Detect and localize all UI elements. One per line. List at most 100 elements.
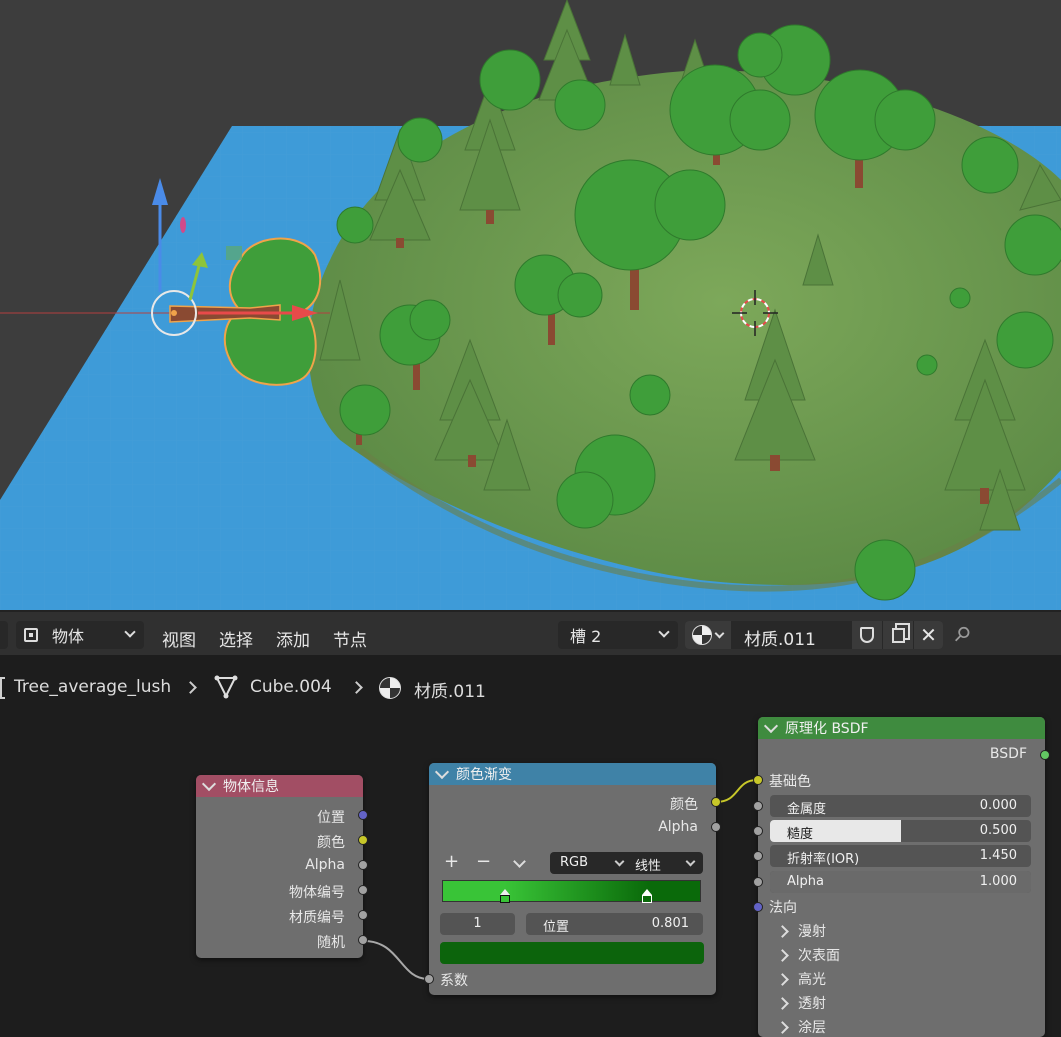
- output-alpha-label: Alpha: [658, 819, 698, 835]
- menu-add[interactable]: 添加: [276, 626, 310, 651]
- stop-index-field[interactable]: 1: [440, 913, 515, 935]
- socket-metallic[interactable]: [753, 801, 763, 811]
- breadcrumb-mesh[interactable]: Cube.004: [250, 677, 332, 697]
- fake-user-button[interactable]: [852, 621, 882, 649]
- alpha-field[interactable]: Alpha 1.000: [770, 871, 1031, 893]
- roughness-field[interactable]: 糙度 0.500: [770, 820, 1031, 842]
- color-ramp-header[interactable]: 颜色渐变: [429, 763, 716, 785]
- shield-icon: [860, 627, 874, 643]
- socket-object-index[interactable]: [358, 885, 368, 895]
- slot-label: 槽 2: [570, 627, 602, 646]
- socket-normal[interactable]: [753, 902, 763, 912]
- metallic-field[interactable]: 金属度 0.000: [770, 795, 1031, 817]
- chevron-right-icon: [350, 681, 363, 694]
- ramp-menu-chevron-icon[interactable]: [513, 855, 526, 868]
- object-info-header[interactable]: 物体信息: [196, 775, 363, 797]
- output-color-label: 颜色: [670, 797, 698, 813]
- output-bsdf-label: BSDF: [989, 746, 1027, 762]
- node-title: 物体信息: [223, 779, 279, 795]
- menu-select[interactable]: 选择: [219, 626, 253, 651]
- object-mode-icon: [24, 628, 38, 642]
- chevron-down-icon: [714, 628, 725, 638]
- color-mode-dropdown[interactable]: RGB 线性: [550, 852, 703, 874]
- position-value: 0.801: [651, 916, 689, 931]
- panel-diffuse[interactable]: 漫射: [776, 921, 826, 941]
- chevron-right-icon: [776, 973, 789, 986]
- socket-bsdf[interactable]: [1040, 750, 1050, 760]
- panel-label: 透射: [798, 996, 826, 1012]
- menu-node[interactable]: 节点: [333, 626, 367, 651]
- panel-specular[interactable]: 高光: [776, 969, 826, 989]
- principled-bsdf-header[interactable]: 原理化 BSDF: [758, 717, 1045, 739]
- link-random-to-factor: [363, 940, 429, 980]
- panel-transmission[interactable]: 透射: [776, 993, 826, 1013]
- socket-roughness[interactable]: [753, 826, 763, 836]
- link-color-to-basecolor: [715, 779, 758, 803]
- editor-type-button[interactable]: [0, 621, 8, 649]
- material-name-field[interactable]: 材质.011: [744, 625, 816, 650]
- socket-base-color[interactable]: [753, 775, 763, 785]
- socket-material-index[interactable]: [358, 910, 368, 920]
- panel-subsurface[interactable]: 次表面: [776, 945, 840, 965]
- object-info-node[interactable]: 物体信息 位置 颜色 Alpha 物体编号 材质编号 随机: [196, 775, 368, 958]
- chevron-right-icon: [776, 1021, 789, 1034]
- roughness-label: 糙度: [787, 827, 814, 842]
- slot-dropdown[interactable]: 槽 2: [558, 621, 678, 649]
- socket-location[interactable]: [358, 810, 368, 820]
- socket-random[interactable]: [358, 935, 368, 945]
- add-stop-button[interactable]: +: [444, 851, 459, 872]
- material-sphere-icon: [692, 625, 712, 645]
- unlink-button[interactable]: ✕: [914, 621, 943, 649]
- socket-color[interactable]: [358, 835, 368, 845]
- duplicate-button[interactable]: [883, 621, 913, 649]
- mesh-icon: [214, 675, 238, 704]
- breadcrumb-object[interactable]: Tree_average_lush: [14, 677, 171, 697]
- material-selector[interactable]: 材质.011 ✕: [685, 621, 943, 650]
- stop-color-swatch[interactable]: [440, 942, 704, 964]
- alpha-label: Alpha: [787, 874, 824, 889]
- stop-index-value: 1: [473, 916, 482, 931]
- breadcrumb: Tree_average_lush Cube.004 材质.011: [0, 655, 1061, 715]
- panel-coat[interactable]: 涂层: [776, 1017, 826, 1037]
- chevron-down-icon: [201, 776, 217, 792]
- copy-icon: [891, 627, 905, 643]
- input-base-color-label: 基础色: [769, 774, 811, 790]
- chevron-down-icon: [658, 626, 670, 638]
- color-ramp-node[interactable]: 颜色渐变 颜色 Alpha + − RGB 线性 1 位置 0.801 系数: [424, 763, 721, 995]
- remove-stop-button[interactable]: −: [476, 851, 491, 872]
- socket-alpha[interactable]: [358, 860, 368, 870]
- socket-ior[interactable]: [753, 851, 763, 861]
- output-object-index-label: 物体编号: [289, 885, 345, 901]
- breadcrumb-material[interactable]: 材质.011: [414, 677, 486, 702]
- principled-bsdf-node[interactable]: 原理化 BSDF BSDF 基础色 金属度 0.000 糙度 0.500 折射率…: [753, 717, 1050, 1037]
- viewport-scene: [0, 0, 1061, 610]
- pin-icon[interactable]: ⚲: [949, 620, 976, 647]
- node-title: 原理化 BSDF: [785, 721, 869, 737]
- socket-alpha[interactable]: [753, 877, 763, 887]
- material-browse-button[interactable]: [685, 621, 731, 649]
- chevron-right-icon: [776, 925, 789, 938]
- menu-view[interactable]: 视图: [162, 626, 196, 651]
- 3d-viewport[interactable]: [0, 0, 1061, 610]
- chevron-down-icon: [434, 764, 450, 780]
- ior-field[interactable]: 折射率(IOR) 1.450: [770, 845, 1031, 867]
- chevron-right-icon: [776, 997, 789, 1010]
- input-factor-label: 系数: [440, 973, 468, 989]
- stop-position-field[interactable]: 位置 0.801: [526, 913, 703, 935]
- panel-label: 涂层: [798, 1020, 826, 1036]
- breadcrumb-left-edge: [0, 677, 5, 699]
- output-random-label: 随机: [317, 935, 345, 951]
- socket-color[interactable]: [711, 797, 721, 807]
- node-editor-canvas[interactable]: 物体信息 位置 颜色 Alpha 物体编号 材质编号 随机 颜色渐变 颜色 Al…: [0, 715, 1061, 1037]
- mode-dropdown[interactable]: 物体: [16, 621, 144, 649]
- chevron-right-icon: [184, 681, 197, 694]
- color-ramp-gradient[interactable]: [442, 880, 701, 903]
- color-stop-0[interactable]: [500, 889, 510, 903]
- input-normal-label: 法向: [769, 900, 797, 916]
- position-label: 位置: [543, 920, 570, 935]
- alpha-value: 1.000: [979, 874, 1017, 889]
- interpolation-value[interactable]: 线性: [635, 855, 661, 874]
- socket-factor[interactable]: [424, 974, 434, 984]
- color-stop-1[interactable]: [642, 889, 652, 903]
- socket-alpha[interactable]: [711, 822, 721, 832]
